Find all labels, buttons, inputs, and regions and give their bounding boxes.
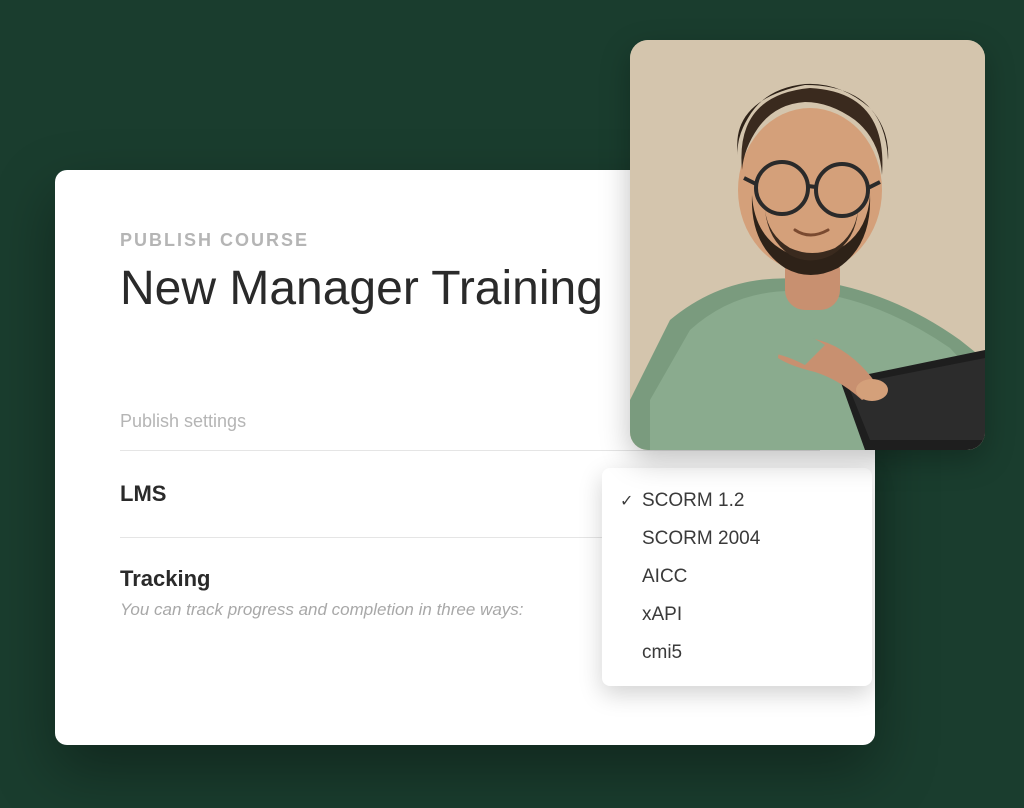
dropdown-option-cmi5[interactable]: cmi5 xyxy=(602,634,872,672)
dropdown-option-aicc[interactable]: AICC xyxy=(602,558,872,596)
dropdown-option-label: SCORM 2004 xyxy=(642,528,760,550)
dropdown-option-xapi[interactable]: xAPI xyxy=(602,596,872,634)
user-photo xyxy=(630,40,985,450)
dropdown-option-label: xAPI xyxy=(642,604,682,626)
dropdown-option-label: SCORM 1.2 xyxy=(642,490,744,512)
dropdown-option-scorm12[interactable]: ✓ SCORM 1.2 xyxy=(602,482,872,520)
dropdown-option-label: cmi5 xyxy=(642,642,682,664)
dropdown-option-label: AICC xyxy=(642,566,687,588)
dropdown-option-scorm2004[interactable]: SCORM 2004 xyxy=(602,520,872,558)
lms-label: LMS xyxy=(120,481,166,507)
lms-dropdown[interactable]: ✓ SCORM 1.2 SCORM 2004 AICC xAPI cmi5 xyxy=(602,468,872,686)
checkmark-icon: ✓ xyxy=(620,491,642,511)
